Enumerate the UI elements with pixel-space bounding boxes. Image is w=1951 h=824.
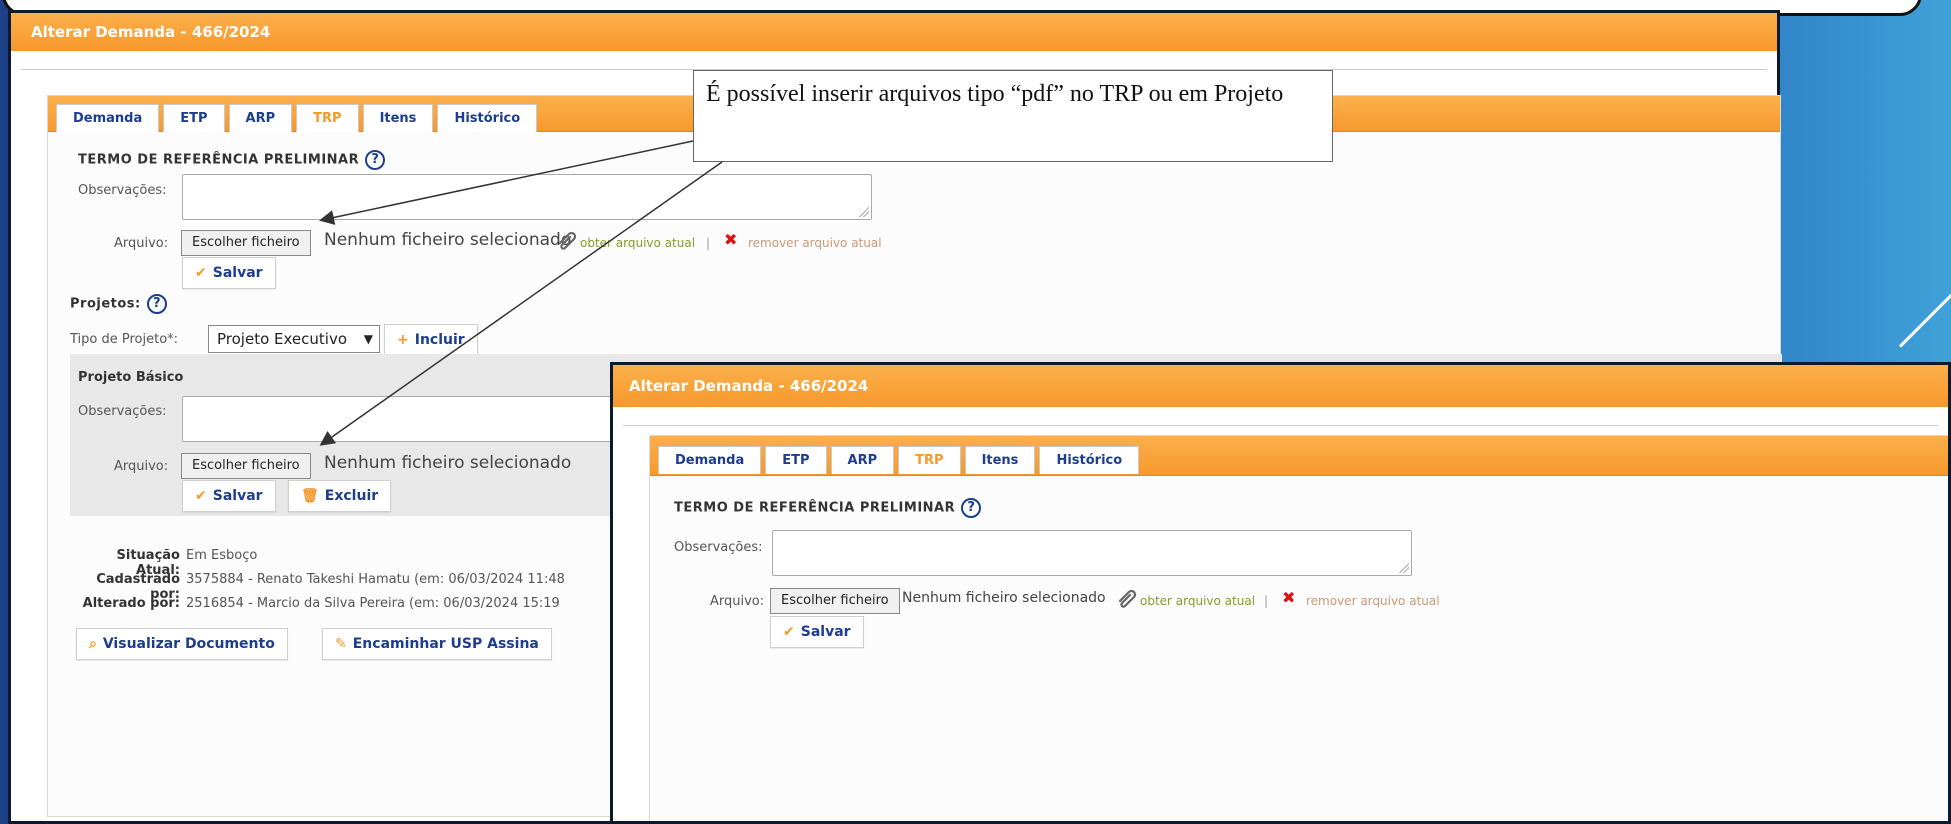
inset-trp-section-header: TERMO DE REFERÊNCIA PRELIMINAR? — [674, 498, 982, 518]
inset-tabs-bar: Demanda ETP ARP TRP Itens Histórico — [650, 436, 1948, 476]
projetos-title: Projetos: — [70, 296, 141, 312]
get-current-file-link[interactable]: obter arquivo atual — [580, 236, 695, 250]
decorative-diagonal-line — [1898, 288, 1951, 348]
trp-section-title: TERMO DE REFERÊNCIA PRELIMINAR — [78, 152, 360, 168]
resize-grip-icon[interactable] — [1399, 563, 1409, 573]
inset-trp-section-title: TERMO DE REFERÊNCIA PRELIMINAR — [674, 500, 956, 516]
tab-etp[interactable]: ETP — [163, 104, 225, 132]
link-separator: | — [706, 236, 711, 250]
visualizar-documento-label: Visualizar Documento — [102, 636, 275, 652]
inset-tab-itens[interactable]: Itens — [964, 446, 1036, 474]
check-icon: ✔ — [195, 488, 207, 504]
tab-historico[interactable]: Histórico — [437, 104, 538, 132]
projeto-basico-file-status: Nenhum ficheiro selecionado — [324, 453, 572, 473]
trp-save-button[interactable]: ✔ Salvar — [182, 257, 276, 289]
inset-tab-trp[interactable]: TRP — [898, 446, 961, 474]
tipo-projeto-selected: Projeto Executivo — [217, 330, 347, 348]
help-circle-icon[interactable]: ? — [961, 498, 982, 518]
encaminhar-button[interactable]: ✎ Encaminhar USP Assina — [322, 628, 552, 660]
inset-tab-arp[interactable]: ARP — [830, 446, 895, 474]
tab-demanda[interactable]: Demanda — [56, 104, 160, 132]
inset-tab-historico[interactable]: Histórico — [1039, 446, 1140, 474]
projeto-basico-choose-file-button[interactable]: Escolher ficheiro — [181, 453, 311, 479]
projeto-basico-observacoes-label: Observações: — [78, 404, 167, 419]
projeto-basico-save-label: Salvar — [212, 488, 263, 504]
check-icon: ✔ — [783, 624, 795, 640]
tipo-projeto-select[interactable]: Projeto Executivo ▼ — [208, 325, 380, 353]
inset-get-current-file-link[interactable]: obter arquivo atual — [1140, 594, 1255, 608]
projeto-basico-delete-button[interactable]: 🗑 Excluir — [288, 480, 392, 512]
window-titlebar: Alterar Demanda - 466/2024 — [11, 13, 1777, 51]
plus-icon: + — [397, 332, 409, 348]
chevron-down-icon: ▼ — [363, 332, 373, 346]
check-icon: ✔ — [195, 265, 207, 281]
x-icon[interactable]: ✖ — [1282, 588, 1295, 607]
incluir-projeto-button[interactable]: + Incluir — [384, 324, 478, 356]
projeto-basico-delete-label: Excluir — [324, 488, 379, 504]
inset-form-content: Demanda ETP ARP TRP Itens Histórico TERM… — [649, 435, 1948, 821]
inset-title-divider — [623, 425, 1938, 426]
trp-observacoes-textarea[interactable] — [182, 174, 872, 220]
help-circle-icon[interactable]: ? — [146, 294, 167, 314]
annotation-callout: É possível inserir arquivos tipo “pdf” n… — [693, 70, 1333, 162]
help-circle-icon[interactable]: ? — [365, 150, 386, 170]
trp-save-label: Salvar — [212, 265, 263, 281]
tab-itens[interactable]: Itens — [362, 104, 434, 132]
inset-choose-file-button[interactable]: Escolher ficheiro — [770, 588, 900, 614]
inset-save-label: Salvar — [800, 624, 851, 640]
inset-arquivo-label: Arquivo: — [710, 594, 765, 609]
search-icon: ⌕ — [89, 636, 97, 652]
tab-trp[interactable]: TRP — [296, 104, 359, 132]
inset-file-status: Nenhum ficheiro selecionado — [902, 590, 1106, 606]
paperclip-icon — [1116, 587, 1138, 613]
incluir-label: Incluir — [414, 332, 465, 348]
trash-icon: 🗑 — [301, 488, 319, 504]
tab-arp[interactable]: ARP — [228, 104, 293, 132]
inset-remove-current-file-link[interactable]: remover arquivo atual — [1306, 594, 1440, 608]
inset-link-separator: | — [1264, 594, 1269, 608]
inset-save-button[interactable]: ✔ Salvar — [770, 616, 864, 648]
inset-screenshot-panel: Alterar Demanda - 466/2024 Demanda ETP A… — [610, 362, 1951, 824]
inset-tab-demanda[interactable]: Demanda — [658, 446, 762, 474]
visualizar-documento-button[interactable]: ⌕ Visualizar Documento — [76, 628, 288, 660]
inset-observacoes-textarea[interactable] — [772, 530, 1412, 576]
trp-section-header: TERMO DE REFERÊNCIA PRELIMINAR? — [78, 150, 386, 170]
projeto-basico-arquivo-label: Arquivo: — [114, 459, 169, 474]
remove-current-file-link[interactable]: remover arquivo atual — [748, 236, 882, 250]
x-icon[interactable]: ✖ — [724, 230, 737, 249]
alterado-value: 2516854 - Marcio da Silva Pereira (em: 0… — [186, 596, 560, 611]
inset-tab-etp[interactable]: ETP — [765, 446, 827, 474]
resize-grip-icon[interactable] — [859, 207, 869, 217]
alterado-label: Alterado por: — [82, 596, 180, 611]
pencil-icon: ✎ — [335, 636, 347, 652]
cadastrado-value: 3575884 - Renato Takeshi Hamatu (em: 06/… — [186, 572, 565, 587]
paperclip-icon — [556, 229, 578, 255]
projeto-basico-save-button[interactable]: ✔ Salvar — [182, 480, 276, 512]
trp-choose-file-button[interactable]: Escolher ficheiro — [181, 230, 311, 256]
inset-window-titlebar: Alterar Demanda - 466/2024 — [613, 365, 1948, 407]
projeto-basico-title: Projeto Básico — [78, 370, 184, 385]
tipo-projeto-label: Tipo de Projeto*: — [70, 332, 179, 347]
trp-observacoes-label: Observações: — [78, 183, 167, 198]
situacao-value: Em Esboço — [186, 548, 258, 563]
trp-arquivo-label: Arquivo: — [114, 236, 169, 251]
inset-observacoes-label: Observações: — [674, 540, 763, 555]
projetos-header: Projetos:? — [70, 294, 167, 314]
encaminhar-label: Encaminhar USP Assina — [352, 636, 539, 652]
trp-file-status: Nenhum ficheiro selecionado — [324, 230, 572, 250]
